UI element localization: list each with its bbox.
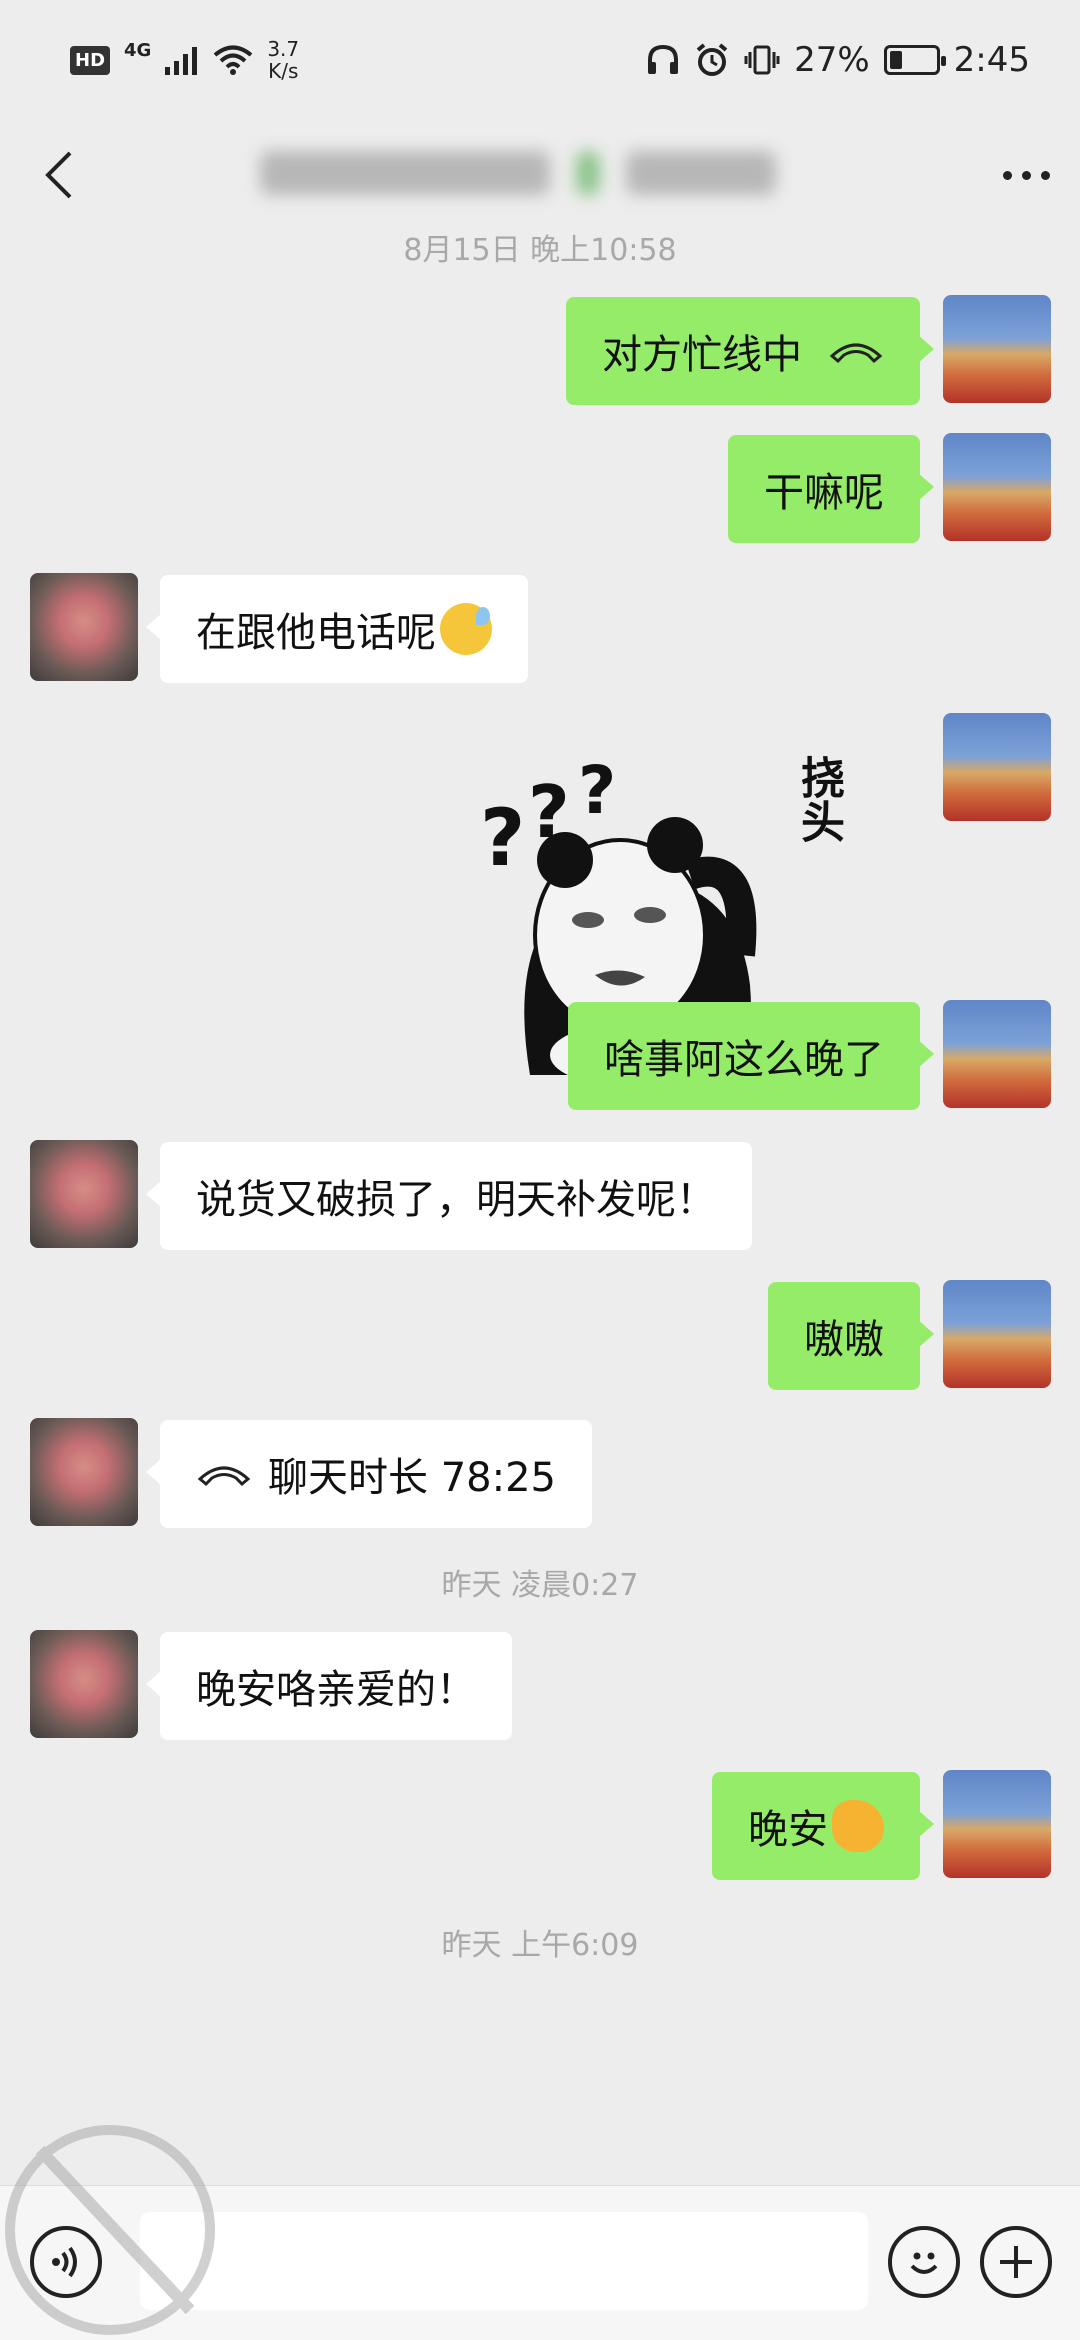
my-avatar[interactable]	[943, 1770, 1051, 1878]
message-text: 说货又破损了，明天补发呢！	[196, 1177, 716, 1223]
plus-icon	[1000, 2246, 1032, 2278]
ok-hand-emoji-icon	[832, 1800, 884, 1852]
timestamp: 8月15日 晚上10:58	[403, 233, 677, 268]
my-avatar[interactable]	[943, 1000, 1051, 1108]
network-type: 4G	[124, 39, 152, 61]
message-text: 在跟他电话呢	[196, 610, 436, 656]
chat-area[interactable]: 8月15日 晚上10:58 对方忙线中 干嘛呢 在跟他电话呢 ? ? ? 挠头 …	[0, 225, 1080, 2197]
contact-avatar[interactable]	[30, 1418, 138, 1526]
battery-fill	[889, 51, 902, 69]
input-bar	[0, 2185, 1080, 2340]
message-text: 嗷嗷	[804, 1317, 884, 1363]
headphones-icon	[648, 44, 679, 74]
contact-avatar[interactable]	[30, 1140, 138, 1248]
chat-header	[0, 120, 1080, 230]
message-input[interactable]	[140, 2212, 868, 2310]
message-call-busy[interactable]: 对方忙线中	[566, 297, 934, 405]
back-icon[interactable]	[40, 145, 80, 205]
phone-hangup-icon	[197, 1466, 251, 1487]
message-text: 晚安	[748, 1807, 828, 1853]
signal-icon	[165, 47, 198, 75]
vibrate-icon	[744, 45, 780, 75]
status-right: 27% 2:45	[646, 40, 1030, 80]
message-text: 干嘛呢	[764, 470, 884, 516]
contact-name-blurred[interactable]	[260, 140, 800, 206]
my-avatar[interactable]	[943, 713, 1051, 821]
status-left: HD 4G 3.7 K/s	[70, 38, 299, 82]
sticker-caption: 挠头	[793, 755, 844, 843]
message-bubble[interactable]: 干嘛呢	[728, 435, 934, 543]
message-text: 聊天时长 78:25	[268, 1455, 556, 1501]
timestamp: 昨天 凌晨0:27	[441, 1568, 639, 1603]
my-avatar[interactable]	[943, 1280, 1051, 1388]
message-text: 啥事阿这么晚了	[604, 1037, 884, 1083]
svg-text:?: ?	[480, 794, 525, 884]
more-functions-button[interactable]	[980, 2226, 1052, 2298]
speed-value: 3.7	[267, 37, 300, 61]
message-bubble[interactable]: 啥事阿这么晚了	[568, 1002, 934, 1110]
my-avatar[interactable]	[943, 295, 1051, 403]
wifi-icon	[214, 45, 253, 75]
message-bubble[interactable]: 晚安咯亲爱的！	[146, 1632, 512, 1740]
contact-avatar[interactable]	[30, 1630, 138, 1738]
message-bubble[interactable]: 在跟他电话呢	[146, 575, 528, 683]
message-text: 晚安咯亲爱的！	[196, 1667, 476, 1713]
message-bubble[interactable]: 嗷嗷	[768, 1282, 934, 1390]
alarm-icon	[696, 43, 728, 76]
message-bubble[interactable]: 晚安	[712, 1772, 934, 1880]
more-icon[interactable]	[1003, 170, 1050, 180]
network-speed: 3.7 K/s	[267, 38, 299, 82]
battery-icon	[883, 45, 946, 75]
contact-avatar[interactable]	[30, 573, 138, 681]
clock: 2:45	[953, 40, 1030, 80]
battery-percent: 27%	[794, 40, 870, 80]
svg-text:?: ?	[578, 755, 616, 829]
message-bubble[interactable]: 说货又破损了，明天补发呢！	[146, 1142, 752, 1250]
message-text: 对方忙线中	[602, 332, 802, 378]
speed-unit: K/s	[268, 59, 299, 83]
emoji-button[interactable]	[888, 2226, 960, 2298]
message-call-duration[interactable]: 聊天时长 78:25	[146, 1420, 592, 1528]
voice-input-button[interactable]	[30, 2226, 102, 2298]
sweat-emoji-icon	[440, 603, 492, 655]
phone-hangup-icon	[829, 343, 883, 364]
timestamp: 昨天 上午6:09	[441, 1928, 639, 1963]
hd-badge: HD	[70, 45, 111, 75]
status-bar: HD 4G 3.7 K/s 27% 2:45	[0, 0, 1080, 120]
smiley-icon	[910, 2252, 938, 2274]
voice-icon	[52, 2246, 77, 2278]
my-avatar[interactable]	[943, 433, 1051, 541]
